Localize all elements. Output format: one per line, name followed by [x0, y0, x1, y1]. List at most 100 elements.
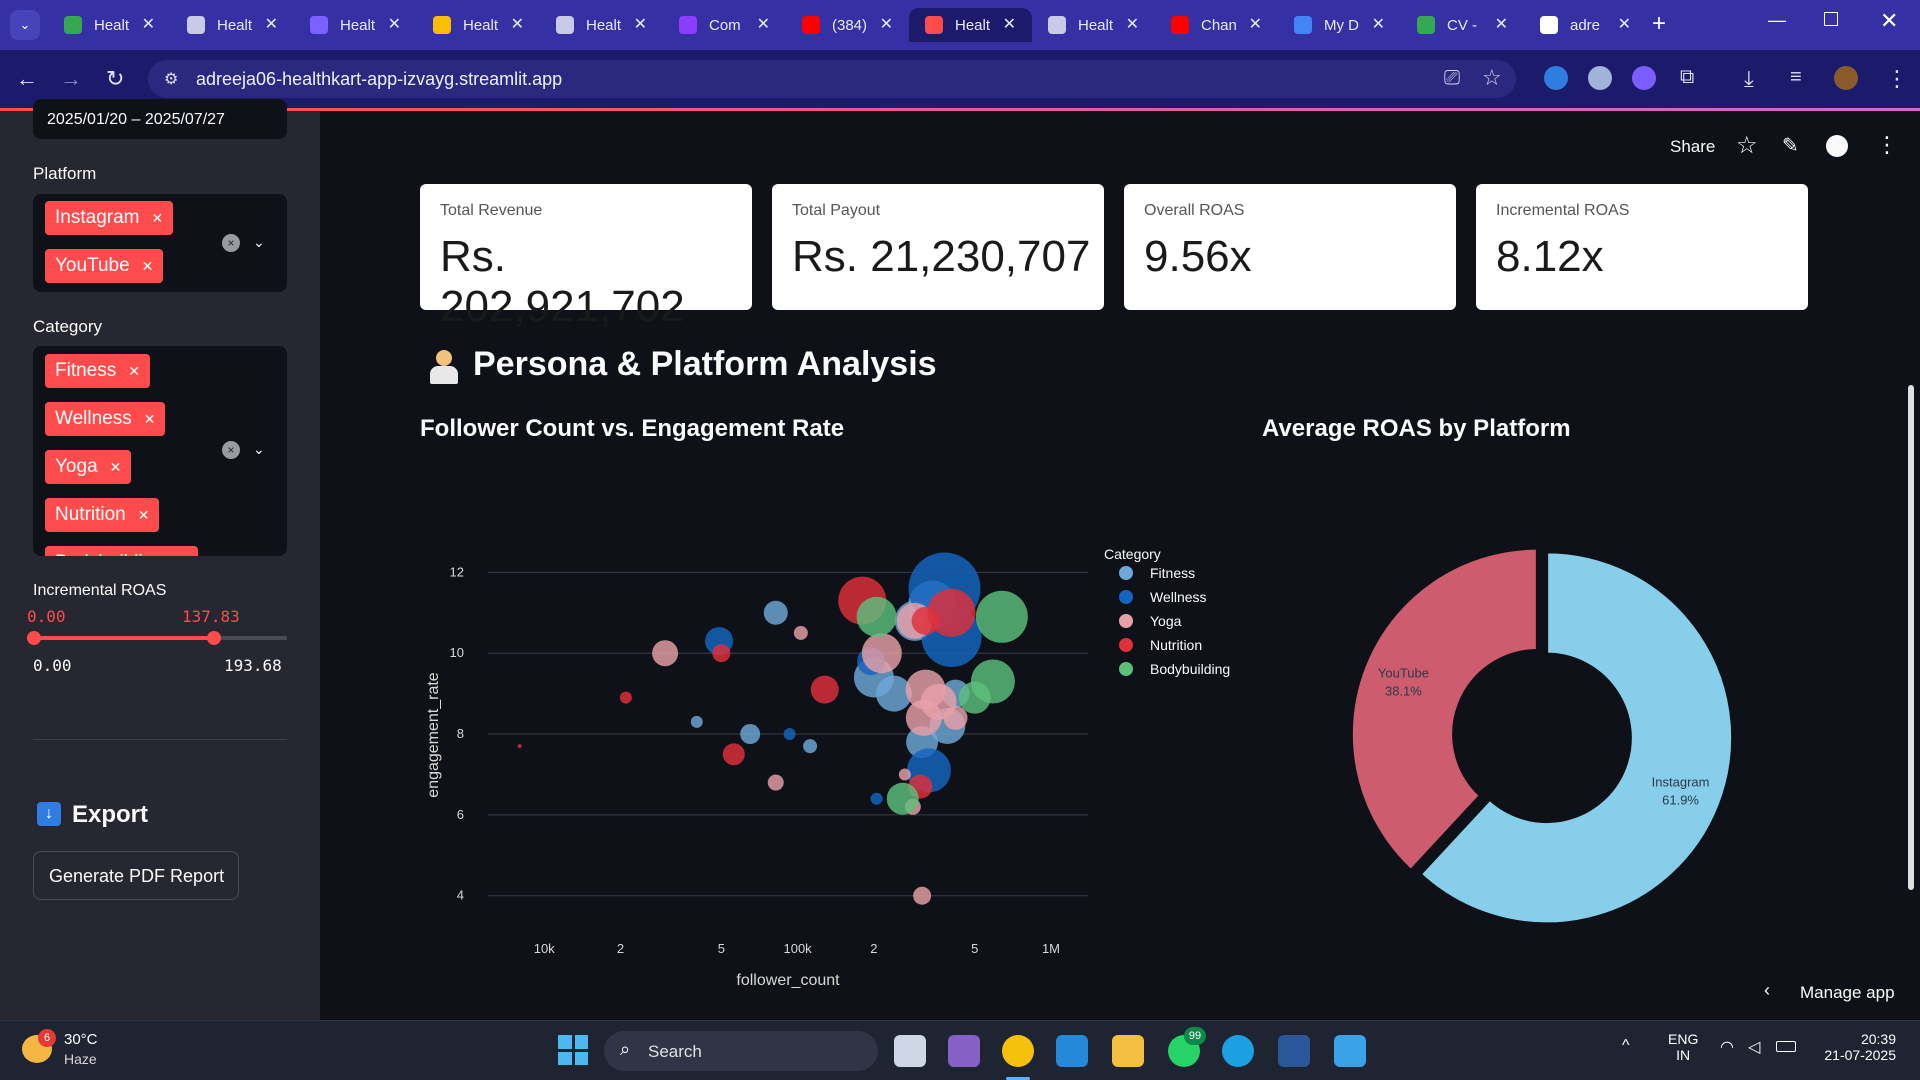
wifi-icon[interactable]: ◠ [1720, 1037, 1734, 1057]
back-arrow-icon[interactable]: ← [16, 66, 38, 92]
reload-icon[interactable]: ↻ [106, 66, 124, 92]
scatter-point-yoga[interactable] [652, 640, 679, 667]
tab-close-icon[interactable]: ✕ [265, 14, 278, 34]
browser-tab[interactable]: CV - ✕ [1401, 8, 1524, 42]
chip-youtube[interactable]: YouTube ✕ [45, 249, 164, 283]
scatter-point-nutrition[interactable] [722, 743, 745, 766]
browser-tab[interactable]: adre ✕ [1524, 8, 1647, 42]
show-hidden-icons-chevron[interactable]: ^ [1622, 1037, 1630, 1055]
legend-marker[interactable] [1119, 662, 1133, 676]
profile-avatar[interactable] [1834, 66, 1858, 90]
browser-tab[interactable]: My D ✕ [1278, 8, 1401, 42]
chrome-icon[interactable] [1002, 1035, 1034, 1067]
file-explorer-icon[interactable] [1112, 1035, 1144, 1067]
scatter-point-wellness[interactable] [783, 728, 796, 741]
share-button[interactable]: Share [1670, 137, 1715, 157]
browser-tab[interactable]: Com ✕ [663, 8, 786, 42]
github-icon[interactable] [1826, 135, 1848, 157]
scatter-point-fitness[interactable] [763, 600, 788, 625]
chip-wellness[interactable]: Wellness ✕ [45, 402, 166, 436]
clear-selection-icon[interactable]: × [222, 441, 240, 459]
chip-remove-icon[interactable]: ✕ [176, 555, 188, 557]
chip-fitness[interactable]: Fitness ✕ [45, 354, 150, 388]
vscode-icon[interactable] [1056, 1035, 1088, 1067]
platform-multiselect[interactable]: Instagram ✕ YouTube ✕ × ⌄ [33, 194, 287, 292]
legend-item-label[interactable]: Bodybuilding [1150, 661, 1230, 677]
language-indicator[interactable]: ENG IN [1668, 1031, 1698, 1063]
chip-remove-icon[interactable]: ✕ [138, 507, 150, 524]
word-icon[interactable] [1278, 1035, 1310, 1067]
scatter-point-fitness[interactable] [690, 715, 703, 728]
chip-yoga[interactable]: Yoga ✕ [45, 450, 132, 484]
browser-tab[interactable]: Healt ✕ [294, 8, 417, 42]
bookmark-star-icon[interactable]: ☆ [1482, 65, 1502, 91]
chrome-menu-icon[interactable]: ⋮ [1886, 66, 1908, 92]
tab-close-icon[interactable]: ✕ [1126, 14, 1139, 34]
extension-icon-3[interactable] [1632, 66, 1656, 90]
scatter-point-yoga[interactable] [767, 774, 784, 791]
chip-instagram[interactable]: Instagram ✕ [45, 201, 174, 235]
site-info-icon[interactable]: ⚙ [164, 69, 178, 89]
tab-close-icon[interactable]: ✕ [757, 14, 770, 34]
browser-tab[interactable]: (384) ✕ [786, 8, 909, 42]
legend-item-label[interactable]: Nutrition [1150, 637, 1202, 653]
browser-tab[interactable]: Healt ✕ [909, 8, 1032, 42]
legend-item-label[interactable]: Yoga [1150, 613, 1182, 629]
windows-start-icon[interactable] [558, 1035, 588, 1065]
tab-close-icon[interactable]: ✕ [1249, 14, 1262, 34]
battery-icon[interactable] [1776, 1041, 1796, 1052]
browser-tab[interactable]: Healt ✕ [171, 8, 294, 42]
photos-icon[interactable] [1334, 1035, 1366, 1067]
scatter-chart[interactable]: 4 6 8 10 12 10k 2 5 100k 2 5 1M Fitness Wellness Yoga… [410, 530, 1250, 1000]
scatter-point-yoga[interactable] [913, 886, 932, 905]
scatter-point-bodybuilding[interactable] [958, 681, 991, 714]
browser-tab[interactable]: Healt ✕ [1032, 8, 1155, 42]
chevron-down-icon[interactable]: ⌄ [253, 441, 265, 458]
page-scrollbar[interactable] [1908, 385, 1914, 890]
roas-slider-min-handle[interactable] [27, 631, 41, 645]
roas-slider-max-handle[interactable] [206, 631, 221, 645]
scatter-point-bodybuilding[interactable] [886, 782, 919, 815]
restore-icon[interactable] [1824, 12, 1838, 26]
taskbar-search-box[interactable]: ⌕ Search [604, 1031, 878, 1071]
download-icon[interactable]: ⤓ [1744, 66, 1754, 92]
minimize-icon[interactable]: — [1768, 10, 1786, 31]
tab-close-icon[interactable]: ✕ [634, 14, 647, 34]
browser-tab[interactable]: Healt ✕ [48, 8, 171, 42]
scatter-point-fitness[interactable] [803, 739, 818, 754]
chip-remove-icon[interactable]: ✕ [144, 411, 156, 428]
visual-studio-icon[interactable] [948, 1035, 980, 1067]
scatter-point-nutrition[interactable] [927, 588, 976, 637]
roas-slider-track[interactable] [27, 631, 287, 645]
forward-arrow-icon[interactable]: → [60, 66, 82, 92]
browser-tab[interactable]: Healt ✕ [540, 8, 663, 42]
install-app-icon[interactable]: ⎚ [1444, 67, 1460, 90]
star-icon[interactable]: ☆ [1736, 131, 1758, 160]
edit-pencil-icon[interactable]: ✎ [1782, 133, 1799, 158]
pie-chart[interactable]: Instagram 61.9% YouTube 38.1% [1320, 530, 1840, 950]
tab-close-icon[interactable]: ✕ [1495, 14, 1508, 34]
browser-tab[interactable]: Healt ✕ [417, 8, 540, 42]
scatter-point-nutrition[interactable] [619, 691, 632, 704]
task-view-icon[interactable] [894, 1035, 926, 1067]
chip-bodybuilding[interactable]: Bodybuilding ✕ [45, 546, 198, 556]
tab-close-icon[interactable]: ✕ [388, 14, 401, 34]
scatter-point-yoga[interactable] [793, 625, 808, 640]
extensions-puzzle-icon[interactable]: ⧉ [1680, 66, 1694, 89]
tab-close-icon[interactable]: ✕ [511, 14, 524, 34]
scatter-point-yoga[interactable] [861, 633, 902, 674]
legend-marker[interactable] [1119, 566, 1133, 580]
chip-remove-icon[interactable]: ✕ [110, 459, 122, 476]
media-control-icon[interactable]: ≡ [1790, 66, 1802, 89]
chip-nutrition[interactable]: Nutrition ✕ [45, 498, 160, 532]
tab-close-icon[interactable]: ✕ [1618, 14, 1631, 34]
url-field[interactable]: ⚙ adreeja06-healthkart-app-izvayg.stream… [148, 60, 1516, 98]
scatter-point-wellness[interactable] [870, 792, 883, 805]
legend-marker[interactable] [1119, 638, 1133, 652]
close-window-icon[interactable]: ✕ [1880, 8, 1898, 34]
main-menu-icon[interactable]: ⋮ [1876, 132, 1898, 158]
browser-tab[interactable]: Chan ✕ [1155, 8, 1278, 42]
chevron-left-icon[interactable]: ‹ [1764, 980, 1770, 1001]
volume-icon[interactable]: ◁ [1748, 1037, 1760, 1057]
tab-close-icon[interactable]: ✕ [880, 14, 893, 34]
